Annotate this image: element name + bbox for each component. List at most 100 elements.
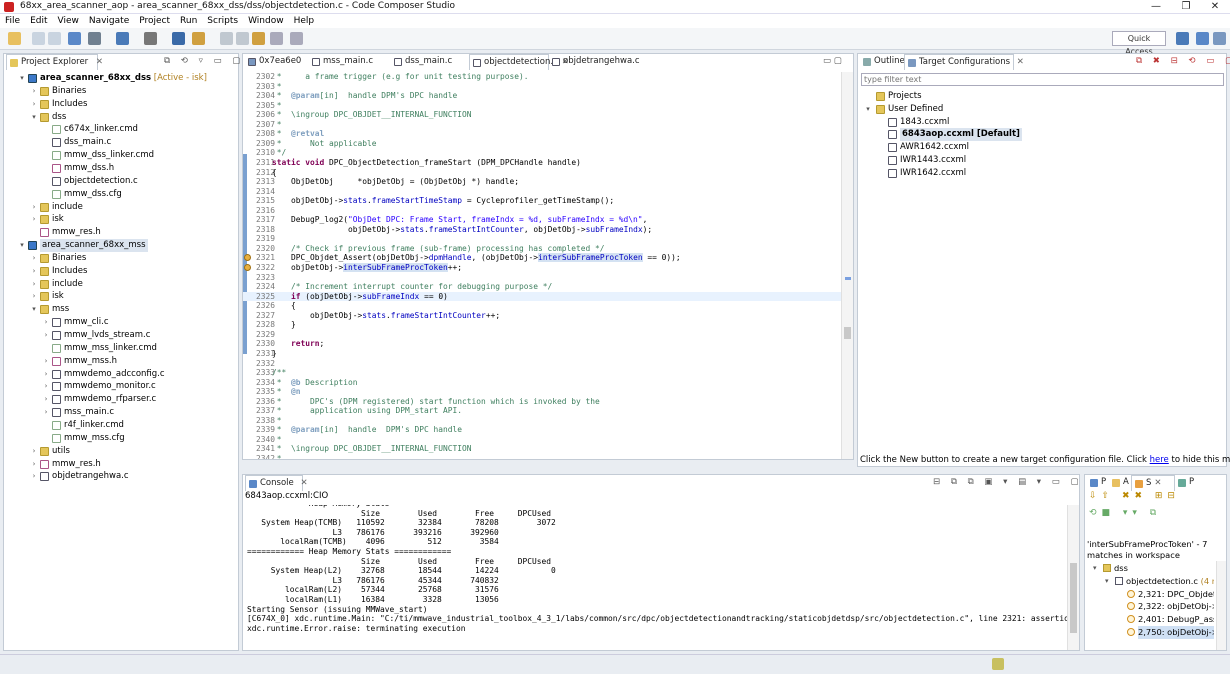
expand-toggle-icon[interactable]: ▾ bbox=[1093, 562, 1097, 575]
tree-item[interactable]: r4f_linker.cmd bbox=[4, 419, 238, 432]
code-line[interactable]: 2338 * bbox=[243, 416, 841, 426]
menu-file[interactable]: File bbox=[0, 14, 25, 28]
search-result-item[interactable]: 2,750: objDetObj-> bbox=[1085, 626, 1214, 639]
expand-toggle-icon[interactable]: › bbox=[30, 470, 38, 483]
code-line[interactable]: 2323 bbox=[243, 273, 841, 283]
expand-toggle-icon[interactable]: ▾ bbox=[18, 72, 26, 85]
menu-help[interactable]: Help bbox=[289, 14, 320, 28]
tab-console[interactable]: Console ✕ bbox=[245, 475, 308, 491]
expand-toggle-icon[interactable]: ▾ bbox=[30, 303, 38, 316]
target-config-toolbar[interactable]: ⧉ ✖ ⊟ ⟲ ▭ ▢ bbox=[1136, 54, 1230, 70]
code-line[interactable]: 2329 bbox=[243, 330, 841, 340]
code-line[interactable]: 2336 * DPC's (DPM registered) start func… bbox=[243, 397, 841, 407]
back-icon[interactable] bbox=[252, 32, 265, 45]
maximize-button[interactable]: ❐ bbox=[1171, 0, 1201, 14]
debug-icon[interactable] bbox=[116, 32, 129, 45]
close-icon[interactable]: ✕ bbox=[1154, 478, 1161, 488]
tree-item[interactable]: mmw_mss.cfg bbox=[4, 432, 238, 445]
target-config-item[interactable]: AWR1642.ccxml bbox=[858, 141, 1226, 154]
tab-project-explorer[interactable]: Project Explorer ✕ bbox=[6, 54, 103, 70]
expand-toggle-icon[interactable]: › bbox=[42, 316, 50, 329]
tree-item[interactable]: ▾ mss bbox=[4, 303, 238, 316]
perspective-icon[interactable] bbox=[1176, 32, 1189, 45]
code-line[interactable]: 2316 bbox=[243, 206, 841, 216]
code-line[interactable]: 2339 * @param[in] handle DPM's DPC handl… bbox=[243, 425, 841, 435]
expand-toggle-icon[interactable]: ▾ bbox=[18, 239, 26, 252]
tree-item[interactable]: c674x_linker.cmd bbox=[4, 123, 238, 136]
code-line[interactable]: 2337 * application using DPM_start API. bbox=[243, 406, 841, 416]
target-config-item[interactable]: 6843aop.ccxml [Default] bbox=[858, 128, 1226, 142]
code-line[interactable]: 2327 objDetObj->stats.frameStartIntCount… bbox=[243, 311, 841, 321]
nav-forward-icon[interactable] bbox=[290, 32, 303, 45]
menu-project[interactable]: Project bbox=[134, 14, 175, 28]
code-line[interactable]: 2313 ObjDetObj *objDetObj = (ObjDetObj *… bbox=[243, 177, 841, 187]
tree-item[interactable]: ▾ dss bbox=[4, 111, 238, 124]
tree-item[interactable]: mmw_dss.cfg bbox=[4, 188, 238, 201]
code-line[interactable]: 2318 objDetObj->stats.frameStartIntCount… bbox=[243, 225, 841, 235]
close-icon[interactable]: ✕ bbox=[1017, 57, 1024, 67]
expand-toggle-icon[interactable]: › bbox=[30, 458, 38, 471]
tree-item[interactable]: objectdetection.c bbox=[4, 175, 238, 188]
target-config-item[interactable]: IWR1642.ccxml bbox=[858, 167, 1226, 180]
expand-toggle-icon[interactable]: › bbox=[30, 85, 38, 98]
expand-toggle-icon[interactable]: › bbox=[30, 213, 38, 226]
expand-toggle-icon[interactable]: › bbox=[42, 393, 50, 406]
code-line[interactable]: 2317 DebugP_log2("ObjDet DPC: Frame Star… bbox=[243, 215, 841, 225]
tree-item[interactable]: mmw_dss.h bbox=[4, 162, 238, 175]
tree-item[interactable]: › mmwdemo_monitor.c bbox=[4, 380, 238, 393]
code-line[interactable]: 2304 * @param[in] handle DPM's DPC handl… bbox=[243, 91, 841, 101]
code-line[interactable]: 2314 bbox=[243, 187, 841, 197]
target-config-item[interactable]: ▾ User Defined bbox=[858, 103, 1226, 116]
tree-item[interactable]: › mss_main.c bbox=[4, 406, 238, 419]
target-config-item[interactable]: Projects bbox=[858, 90, 1226, 103]
code-line[interactable]: 2315 objDetObj->stats.frameStartTimeStam… bbox=[243, 196, 841, 206]
code-line[interactable]: 2303 * bbox=[243, 82, 841, 92]
console-toolbar[interactable]: ⊟ ⧉ ⧉ ▣ ▾ ▤ ▾ ▭ ▢ bbox=[933, 475, 1079, 491]
tree-item[interactable]: › Includes bbox=[4, 98, 238, 111]
tree-item[interactable]: › mmw_res.h bbox=[4, 458, 238, 471]
code-line[interactable]: 2310 */ bbox=[243, 148, 841, 158]
build-icon[interactable] bbox=[88, 32, 101, 45]
code-line[interactable]: 2320 /* Check if previous frame (sub-fra… bbox=[243, 244, 841, 254]
code-line[interactable]: 2335 * @n bbox=[243, 387, 841, 397]
tree-item[interactable]: › utils bbox=[4, 445, 238, 458]
menu-edit[interactable]: Edit bbox=[25, 14, 52, 28]
code-line[interactable]: 2312{ bbox=[243, 168, 841, 178]
scroll-thumb[interactable] bbox=[844, 327, 851, 339]
save-all-icon[interactable] bbox=[48, 32, 61, 45]
tree-item[interactable]: dss_main.c bbox=[4, 136, 238, 149]
code-line[interactable]: 2334 * @b Description bbox=[243, 378, 841, 388]
code-line[interactable]: 2309 * Not applicable bbox=[243, 139, 841, 149]
tree-item[interactable]: › objdetrangehwa.c bbox=[4, 470, 238, 483]
editor-vertical-scrollbar[interactable] bbox=[841, 72, 853, 459]
tree-item[interactable]: › Binaries bbox=[4, 252, 238, 265]
expand-toggle-icon[interactable]: › bbox=[42, 355, 50, 368]
code-line[interactable]: 2324 /* Increment interrupt counter for … bbox=[243, 282, 841, 292]
tab-target-configurations[interactable]: Target Configurations ✕ bbox=[904, 54, 1024, 70]
expand-toggle-icon[interactable]: › bbox=[42, 380, 50, 393]
close-icon[interactable]: ✕ bbox=[300, 478, 307, 488]
code-line[interactable]: 2328 } bbox=[243, 320, 841, 330]
menu-view[interactable]: View bbox=[53, 14, 84, 28]
expand-toggle-icon[interactable]: › bbox=[30, 278, 38, 291]
menu-window[interactable]: Window bbox=[243, 14, 289, 28]
code-editor[interactable]: 2302 * a frame trigger (e.g for unit tes… bbox=[243, 72, 841, 459]
expand-toggle-icon[interactable]: › bbox=[30, 201, 38, 214]
tree-item[interactable]: › mmw_lvds_stream.c bbox=[4, 329, 238, 342]
code-line[interactable]: 2333/** bbox=[243, 368, 841, 378]
editor-tab[interactable]: objectdetection.c ✕ bbox=[469, 54, 569, 70]
explorer-view-toolbar[interactable]: ⧉ ⟲ ▿ ▭ ▢ bbox=[164, 54, 240, 70]
search-toolbar-2[interactable]: ⟲■ ▾▾ ⧉ bbox=[1089, 508, 1161, 518]
editor-min-max-icon[interactable]: ▭ ▢ bbox=[823, 54, 853, 70]
tree-item[interactable]: › mmwdemo_rfparser.c bbox=[4, 393, 238, 406]
code-line[interactable]: 2302 * a frame trigger (e.g for unit tes… bbox=[243, 72, 841, 82]
expand-toggle-icon[interactable]: › bbox=[30, 290, 38, 303]
tab-a[interactable]: A bbox=[1109, 475, 1131, 491]
close-icon[interactable]: ✕ bbox=[96, 57, 103, 67]
tree-item[interactable]: › include bbox=[4, 201, 238, 214]
expand-toggle-icon[interactable]: › bbox=[30, 265, 38, 278]
tree-item[interactable]: › Includes bbox=[4, 265, 238, 278]
tree-item[interactable]: › include bbox=[4, 278, 238, 291]
tree-item[interactable]: › isk bbox=[4, 213, 238, 226]
quick-access-field[interactable]: Quick Access bbox=[1112, 31, 1166, 56]
